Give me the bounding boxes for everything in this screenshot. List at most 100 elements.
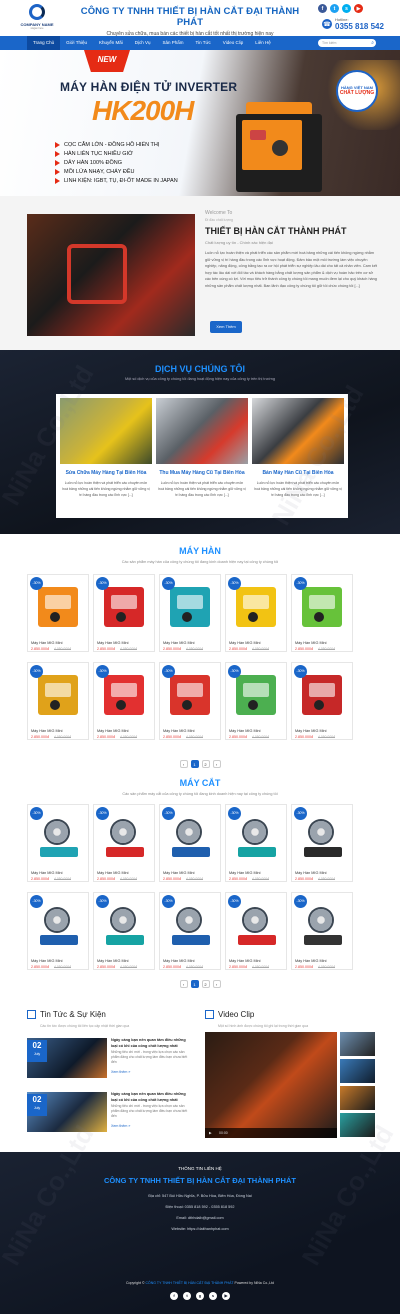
product-card[interactable]: -30% Máy Hàn MIG Mini 2.850.000đ 4.050.000đ (225, 804, 287, 882)
product-image[interactable] (38, 815, 80, 859)
product-name[interactable]: Máy Hàn MIG Mini (295, 871, 326, 875)
nav-about[interactable]: Giới Thiệu (60, 36, 93, 50)
product-image[interactable] (236, 815, 278, 859)
page-1[interactable]: 1 (190, 980, 199, 988)
twitter-icon[interactable]: t (183, 1292, 191, 1300)
read-more-button[interactable]: Xem Thêm (210, 321, 242, 333)
product-name[interactable]: Máy Hàn MIG Mini (97, 729, 128, 733)
product-card[interactable]: -30% Máy Hàn MIG Mini 2.850.000đ 4.050.000đ (225, 574, 287, 652)
product-name[interactable]: Máy Hàn MIG Mini (295, 959, 326, 963)
page-next[interactable]: › (212, 980, 221, 988)
service-name[interactable]: Thu Mua Máy Hàng Cũ Tại Biên Hòa (152, 470, 252, 476)
product-name[interactable]: Máy Hàn MIG Mini (295, 729, 326, 733)
product-image[interactable] (236, 675, 276, 715)
footer-phone[interactable]: Điện thoại: 0355 818 592 - 0355 818 592 (0, 1205, 400, 1209)
product-card[interactable]: -30% Máy Hàn MIG Mini 2.850.000đ 4.050.000đ (27, 804, 89, 882)
nav-services[interactable]: Dịch Vụ (129, 36, 157, 50)
product-image[interactable] (170, 675, 210, 715)
product-name[interactable]: Máy Hàn MIG Mini (97, 959, 128, 963)
product-card[interactable]: -30% Máy Hàn MIG Mini 2.850.000đ 4.050.000đ (291, 574, 353, 652)
copyright-powered[interactable]: Powered by NiNa Co.,Ltd (234, 1281, 274, 1285)
product-image[interactable] (104, 815, 146, 859)
product-image[interactable] (170, 815, 212, 859)
product-image[interactable] (236, 903, 278, 947)
product-name[interactable]: Máy Hàn MIG Mini (163, 959, 194, 963)
product-card[interactable]: -30% Máy Hàn MIG Mini 2.850.000đ 4.050.000đ (93, 892, 155, 970)
product-card[interactable]: -30% Máy Hàn MIG Mini 2.850.000đ 4.050.000đ (291, 804, 353, 882)
product-image[interactable] (236, 587, 276, 627)
product-card[interactable]: -30% Máy Hàn MIG Mini 2.850.000đ 4.050.000đ (225, 892, 287, 970)
product-card[interactable]: -30% Máy Hàn MIG Mini 2.850.000đ 4.050.000đ (27, 574, 89, 652)
youtube-icon[interactable]: ▶ (222, 1292, 230, 1300)
news-read-more[interactable]: Xem thêm » (111, 1124, 130, 1128)
company-logo[interactable]: COMPANY NAME slogan here (20, 4, 54, 30)
nav-contact[interactable]: Liên Hệ (249, 36, 277, 50)
news-item[interactable]: 02 July Ngày càng bạn nên quan tâm điều n… (27, 1038, 191, 1078)
product-name[interactable]: Máy Hàn MIG Mini (97, 641, 128, 645)
product-image[interactable] (170, 903, 212, 947)
page-prev[interactable]: ‹ (179, 980, 188, 988)
product-image[interactable] (104, 675, 144, 715)
hotline[interactable]: ☎ Hotline: 0355 818 542 (322, 17, 384, 31)
product-image[interactable] (302, 675, 342, 715)
product-image[interactable] (302, 815, 344, 859)
product-name[interactable]: Máy Hàn MIG Mini (229, 959, 260, 963)
product-name[interactable]: Máy Hàn MIG Mini (31, 959, 62, 963)
nav-promotions[interactable]: Khuyến Mãi (93, 36, 129, 50)
product-card[interactable]: -30% Máy Hàn MIG Mini 2.850.000đ 4.050.000đ (93, 574, 155, 652)
product-name[interactable]: Máy Hàn MIG Mini (229, 729, 260, 733)
news-title-link[interactable]: Ngày càng bạn nên quan tâm điều những lo… (111, 1038, 193, 1049)
page-2[interactable]: 2 (201, 980, 210, 988)
play-icon[interactable]: ▶ (209, 1131, 212, 1135)
video-thumbnail[interactable] (340, 1032, 375, 1056)
product-name[interactable]: Máy Hàn MIG Mini (163, 729, 194, 733)
product-name[interactable]: Máy Hàn MIG Mini (295, 641, 326, 645)
nav-video[interactable]: Video Clip (217, 36, 249, 50)
product-image[interactable] (170, 587, 210, 627)
nav-products[interactable]: Sản Phẩm (157, 36, 190, 50)
product-card[interactable]: -30% Máy Hàn MIG Mini 2.850.000đ 4.050.000đ (291, 892, 353, 970)
search-input[interactable]: Tìm kiếm ⌕ (318, 39, 376, 47)
product-name[interactable]: Máy Hàn MIG Mini (31, 729, 62, 733)
product-card[interactable]: -30% Máy Hàn MIG Mini 2.850.000đ 4.050.000đ (291, 662, 353, 740)
twitter-icon[interactable]: t (330, 4, 339, 13)
hotline-number[interactable]: 0355 818 542 (335, 22, 384, 31)
youtube-icon[interactable]: ▶ (354, 4, 363, 13)
product-name[interactable]: Máy Hàn MIG Mini (31, 871, 62, 875)
product-card[interactable]: -30% Máy Hàn MIG Mini 2.850.000đ 4.050.000đ (159, 574, 221, 652)
skype-icon[interactable]: s (342, 4, 351, 13)
facebook-icon[interactable]: f (318, 4, 327, 13)
page-1[interactable]: 1 (190, 760, 199, 768)
product-card[interactable]: -30% Máy Hàn MIG Mini 2.850.000đ 4.050.000đ (159, 892, 221, 970)
footer-website[interactable]: Website: https://daithanhphat.com (0, 1227, 400, 1231)
service-name[interactable]: Bán Máy Hàn Cũ Tại Biên Hòa (248, 470, 348, 476)
product-name[interactable]: Máy Hàn MIG Mini (229, 641, 260, 645)
product-image[interactable] (38, 587, 78, 627)
footer-email[interactable]: Email: dthhdaib@gmail.com (0, 1216, 400, 1220)
product-name[interactable]: Máy Hàn MIG Mini (163, 641, 194, 645)
nav-news[interactable]: Tin Tức (190, 36, 217, 50)
service-name[interactable]: Sửa Chữa Máy Hàng Tại Biên Hòa (56, 470, 156, 476)
product-image[interactable] (38, 903, 80, 947)
product-name[interactable]: Máy Hàn MIG Mini (229, 871, 260, 875)
news-read-more[interactable]: Xem thêm » (111, 1070, 130, 1074)
hero-banner[interactable]: NEW MÁY HÀN ĐIỆN TỬ INVERTER HK200H CỌC … (0, 50, 400, 196)
product-name[interactable]: Máy Hàn MIG Mini (31, 641, 62, 645)
product-image[interactable] (38, 675, 78, 715)
page-prev[interactable]: ‹ (179, 760, 188, 768)
nav-home[interactable]: Trang Chủ (27, 36, 61, 50)
video-controls[interactable]: ▶ 00:00 (205, 1128, 337, 1138)
news-title-link[interactable]: Ngày càng bạn nên quan tâm điều những lo… (111, 1092, 193, 1103)
skype-icon[interactable]: s (209, 1292, 217, 1300)
news-item[interactable]: 02 July Ngày càng bạn nên quan tâm điều n… (27, 1092, 191, 1132)
product-card[interactable]: -30% Máy Hàn MIG Mini 2.850.000đ 4.050.000đ (159, 662, 221, 740)
page-next[interactable]: › (212, 760, 221, 768)
video-thumbnail[interactable] (340, 1086, 375, 1110)
product-name[interactable]: Máy Hàn MIG Mini (163, 871, 194, 875)
product-image[interactable] (302, 903, 344, 947)
video-thumbnail[interactable] (340, 1059, 375, 1083)
product-card[interactable]: -30% Máy Hàn MIG Mini 2.850.000đ 4.050.000đ (93, 804, 155, 882)
google-icon[interactable]: g (196, 1292, 204, 1300)
product-image[interactable] (104, 587, 144, 627)
video-player[interactable]: ▶ 00:00 (205, 1032, 337, 1138)
